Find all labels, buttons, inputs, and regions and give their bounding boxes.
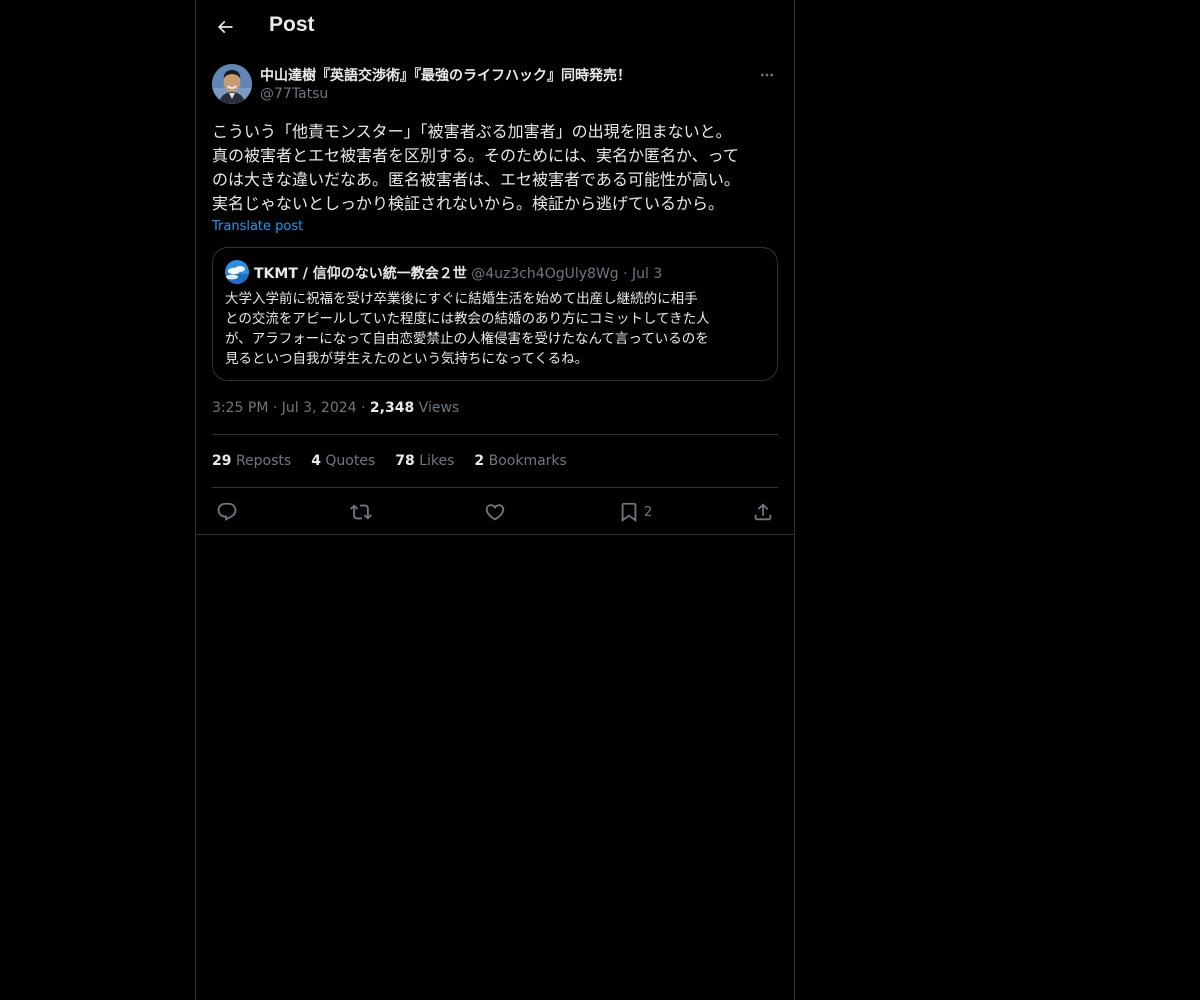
reply-button[interactable] [216,499,238,525]
quote-date: Jul 3 [632,266,663,282]
post-column: Post 中山達樹『英語交渉術』『最強のライフハック』同時発売！ @77Tats… [195,0,795,1000]
more-icon [761,73,773,77]
quotes-count: 4 [311,453,321,469]
reposts-count: 29 [212,453,232,469]
bookmarks-count: 2 [474,453,485,469]
post-date[interactable]: Jul 3, 2024 [282,400,357,416]
author-handle[interactable]: @77Tatsu [260,86,328,102]
action-bar: 2 [212,499,778,525]
section-divider [196,534,794,535]
quote-header: TKMT / 信仰のない統一教会２世 @4uz3ch4OgUly8Wg · Ju… [254,263,662,283]
likes-stat[interactable]: 78 Likes [395,453,454,469]
reposts-stat[interactable]: 29 Reposts [212,453,291,469]
bookmark-count: 2 [644,504,653,520]
back-button[interactable] [208,10,242,44]
avatar[interactable] [212,64,252,104]
reply-icon [217,502,237,521]
bookmarks-stat[interactable]: 2 Bookmarks [474,453,566,469]
quoted-post-card[interactable]: TKMT / 信仰のない統一教会２世 @4uz3ch4OgUly8Wg · Ju… [212,247,778,381]
post-time[interactable]: 3:25 PM [212,400,268,416]
bookmarks-label: Bookmarks [488,453,567,469]
repost-icon [350,504,372,520]
quote-author-name: TKMT / 信仰のない統一教会２世 [254,266,467,282]
bookmark-button[interactable]: 2 [618,499,652,525]
divider [212,487,778,488]
quote-avatar [225,260,249,284]
quotes-label: Quotes [325,453,376,469]
share-icon [754,503,772,521]
share-button[interactable] [752,499,774,525]
views-count: 2,348 [369,400,415,416]
post-meta: 3:25 PM · Jul 3, 2024 · 2,348 Views [212,400,459,416]
meta-separator: · [361,400,366,416]
arrow-left-icon [217,20,233,34]
translate-post-link[interactable]: Translate post [212,219,303,234]
quote-text: 大学入学前に祝福を受け卒業後にすぐに結婚生活を始めて出産し継続的に相手 との交流… [225,291,710,367]
bookmark-icon [621,502,637,523]
views-label: Views [418,400,460,416]
reposts-label: Reposts [235,453,292,469]
avatar-photo [212,64,252,104]
quote-author-handle: @4uz3ch4OgUly8Wg [471,266,619,282]
likes-label: Likes [419,453,455,469]
quote-separator: · [623,266,628,282]
post-text: こういう「他責モンスター」「被害者ぶる加害者」の出現を阻まないと。 真の被害者と… [212,122,740,213]
author-name[interactable]: 中山達樹『英語交渉術』『最強のライフハック』同時発売！ [260,65,631,85]
more-options-button[interactable] [756,64,778,86]
meta-separator: · [272,400,278,416]
engagement-stats: 29 Reposts 4 Quotes 78 Likes 2 Bookmarks [212,453,567,469]
top-bar: Post [196,0,794,53]
quotes-stat[interactable]: 4 Quotes [311,453,375,469]
page-title: Post [269,13,315,36]
divider [212,434,778,435]
quote-avatar-image [225,260,249,284]
likes-count: 78 [395,453,415,469]
repost-button[interactable] [350,499,372,525]
heart-icon [485,504,505,521]
like-button[interactable] [484,499,506,525]
